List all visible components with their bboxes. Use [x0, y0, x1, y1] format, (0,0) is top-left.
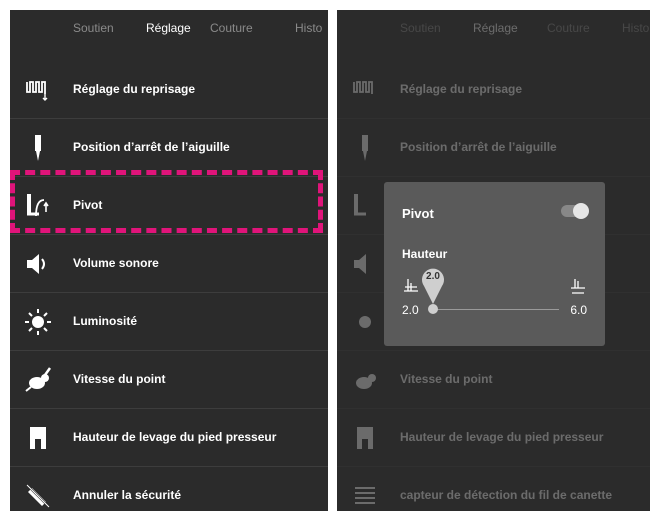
menu-item-presser-foot[interactable]: Hauteur de levage du pied presseur — [10, 409, 328, 467]
menu-item-label: Luminosité — [73, 314, 138, 328]
tab-reglage[interactable]: Réglage — [146, 21, 191, 35]
security-off-icon — [26, 484, 50, 508]
tab-histo[interactable]: Histo — [295, 21, 322, 35]
settings-panel-right: Soutien Réglage Couture Histo Réglage du… — [337, 10, 650, 511]
tab-couture[interactable]: Couture — [547, 21, 590, 35]
brightness-icon — [359, 316, 371, 328]
speaker-icon — [27, 254, 45, 274]
highlight-box — [10, 170, 323, 233]
rabbit-icon — [356, 374, 376, 389]
height-slider-track[interactable] — [434, 309, 559, 310]
menu-item-needle-stop[interactable]: Position d’arrêt de l’aiguille — [10, 119, 328, 177]
menu-item-label: Vitesse du point — [73, 372, 166, 386]
slider-min-value: 2.0 — [402, 303, 419, 317]
needle-icon — [35, 135, 41, 161]
pivot-popup: Pivot Hauteur 2.0 2.0 6.0 — [384, 182, 605, 346]
menu-item-stitch-speed[interactable]: Vitesse du point — [10, 351, 328, 409]
darning-icon — [26, 81, 48, 101]
menu-item-label: Volume sonore — [73, 256, 159, 270]
foot-low-icon — [404, 279, 418, 292]
settings-panel-left: Soutien Réglage Couture Histo Réglage du… — [10, 10, 328, 511]
darning-icon — [353, 81, 373, 94]
height-label: Hauteur — [402, 247, 448, 261]
menu-item-volume[interactable]: Volume sonore — [10, 235, 328, 293]
menu-item-darning[interactable]: Réglage du reprisage — [337, 61, 650, 119]
brightness-icon — [25, 309, 51, 335]
rabbit-icon — [25, 367, 52, 392]
menu-item-cancel-security[interactable]: Annuler la sécurité — [10, 467, 328, 511]
menu-item-label: Position d’arrêt de l’aiguille — [400, 140, 557, 154]
tab-reglage[interactable]: Réglage — [473, 21, 518, 35]
popup-title: Pivot — [402, 206, 434, 221]
foot-high-icon — [571, 279, 585, 294]
tab-couture[interactable]: Couture — [210, 21, 253, 35]
menu-item-label: Réglage du reprisage — [73, 82, 196, 96]
menu-item-label: Annuler la sécurité — [73, 488, 182, 502]
tab-bar: Soutien Réglage Couture Histo — [10, 10, 328, 48]
menu-item-label: Hauteur de levage du pied presseur — [73, 430, 277, 444]
menu-item-bobbin-sensor[interactable]: capteur de détection du fil de canette — [337, 467, 650, 511]
tab-soutien[interactable]: Soutien — [400, 21, 441, 35]
slider-value-bubble: 2.0 — [420, 266, 446, 306]
menu-item-stitch-speed[interactable]: Vitesse du point — [337, 351, 650, 409]
menu-item-brightness[interactable]: Luminosité — [10, 293, 328, 351]
menu-item-presser-foot[interactable]: Hauteur de levage du pied presseur — [337, 409, 650, 467]
menu-item-needle-stop[interactable]: Position d’arrêt de l’aiguille — [337, 119, 650, 177]
pivot-icon — [354, 194, 366, 216]
menu-item-label: Réglage du reprisage — [400, 82, 523, 96]
needle-icon — [362, 135, 368, 161]
pivot-toggle[interactable] — [561, 203, 589, 219]
tab-bar: Soutien Réglage Couture Histo — [337, 10, 650, 48]
menu-item-label: Vitesse du point — [400, 372, 493, 386]
tab-soutien[interactable]: Soutien — [73, 21, 114, 35]
menu-item-label: capteur de détection du fil de canette — [400, 488, 613, 502]
menu-item-label: Hauteur de levage du pied presseur — [400, 430, 604, 444]
menu-item-label: Position d’arrêt de l’aiguille — [73, 140, 230, 154]
presser-foot-icon — [357, 427, 373, 449]
tab-histo[interactable]: Histo — [622, 21, 649, 35]
speaker-icon — [354, 254, 366, 274]
presser-foot-icon — [30, 427, 46, 449]
bobbin-sensor-icon — [355, 487, 375, 504]
slider-max-value: 6.0 — [570, 303, 587, 317]
toggle-knob — [573, 203, 589, 219]
menu-item-darning[interactable]: Réglage du reprisage — [10, 61, 328, 119]
slider-value: 2.0 — [426, 271, 440, 282]
